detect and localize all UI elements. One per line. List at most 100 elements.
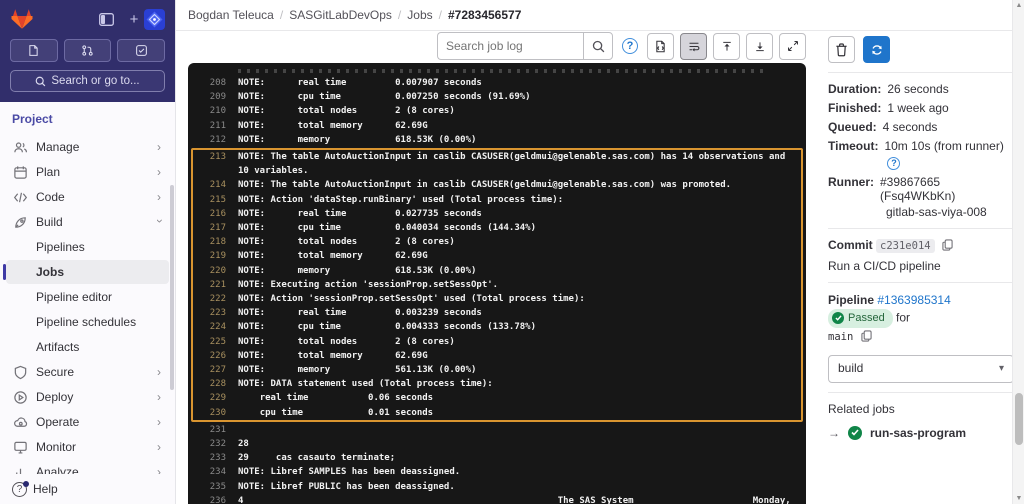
- sidebar-item-pipeline-editor[interactable]: Pipeline editor: [6, 285, 169, 309]
- fullscreen-button[interactable]: [779, 33, 806, 60]
- sidebar-item-pipelines[interactable]: Pipelines: [6, 235, 169, 259]
- log-line: 235NOTE: Libref PUBLIC has been deassign…: [188, 480, 806, 494]
- sidebar-item-artifacts[interactable]: Artifacts: [6, 335, 169, 359]
- log-line-number[interactable]: 232: [196, 437, 226, 451]
- log-line: 225 NOTE: total nodes 2 (8 cores): [193, 335, 801, 349]
- issues-shortcut-button[interactable]: [10, 39, 58, 62]
- pipeline-link[interactable]: #1363985314: [877, 293, 950, 307]
- breadcrumb: Bogdan Teleuca/SASGitLabDevOps/Jobs/#728…: [176, 0, 1012, 31]
- sidebar-item-manage[interactable]: Manage›: [6, 135, 169, 159]
- sidebar-item-deploy[interactable]: Deploy›: [6, 385, 169, 409]
- log-line-number[interactable]: 230: [196, 406, 226, 420]
- commit-message[interactable]: Run a CI/CD pipeline: [828, 259, 1014, 273]
- stage-dropdown[interactable]: build ▾: [828, 355, 1014, 383]
- log-line-number[interactable]: 214: [196, 178, 226, 192]
- log-line-number[interactable]: 211: [196, 119, 226, 133]
- log-line-number[interactable]: 224: [196, 320, 226, 334]
- copy-commit-icon[interactable]: [942, 239, 953, 254]
- merge-requests-shortcut-button[interactable]: [64, 39, 112, 62]
- todo-list-shortcut-button[interactable]: [117, 39, 165, 62]
- timeout-help-icon[interactable]: ?: [887, 157, 900, 170]
- sidebar-scrollbar[interactable]: [170, 185, 174, 390]
- log-line-number[interactable]: 222: [196, 292, 226, 306]
- sidebar-item-operate[interactable]: Operate›: [6, 410, 169, 434]
- copy-ref-icon[interactable]: [861, 330, 872, 347]
- scroll-to-top-button[interactable]: [713, 33, 740, 60]
- scrollbottom-icon: [754, 40, 766, 53]
- create-new-button[interactable]: +: [124, 9, 144, 29]
- log-search-button[interactable]: [583, 32, 613, 60]
- help-menu-item[interactable]: ? Help: [0, 474, 175, 504]
- log-line: 221NOTE: Executing action 'sessionProp.s…: [193, 278, 801, 292]
- log-line-number[interactable]: 209: [196, 90, 226, 104]
- log-line-number[interactable]: 215: [196, 193, 226, 207]
- log-line: 23329 cas casauto terminate;: [188, 451, 806, 465]
- log-line-number[interactable]: 210: [196, 104, 226, 118]
- user-avatar[interactable]: [144, 9, 165, 30]
- log-line-number[interactable]: 220: [196, 264, 226, 278]
- log-line-number[interactable]: 236: [196, 494, 226, 504]
- log-line-number[interactable]: 221: [196, 278, 226, 292]
- sidebar-item-secure[interactable]: Secure›: [6, 360, 169, 384]
- sidebar-item-jobs[interactable]: Jobs: [6, 260, 169, 284]
- sidebar-toggle-icon[interactable]: [96, 9, 116, 29]
- scrollbar-down-arrow[interactable]: ▼: [1013, 495, 1024, 502]
- log-line-text: real time 0.06 seconds: [238, 391, 796, 405]
- breadcrumb-item[interactable]: SASGitLabDevOps: [289, 8, 392, 22]
- log-line-number[interactable]: 208: [196, 76, 226, 90]
- breadcrumb-item[interactable]: Jobs: [407, 8, 432, 22]
- log-line-text: NOTE: real time 0.003239 seconds: [238, 306, 796, 320]
- job-log-section: ? 208NOTE: real time 0.007907 seconds209…: [188, 31, 806, 504]
- sidebar-item-plan[interactable]: Plan›: [6, 160, 169, 184]
- log-line-number[interactable]: 213: [196, 150, 226, 178]
- breadcrumb-item[interactable]: #7283456577: [448, 8, 521, 22]
- log-line-number[interactable]: 225: [196, 335, 226, 349]
- log-line-number[interactable]: 228: [196, 377, 226, 391]
- pipeline-status-badge[interactable]: Passed: [828, 309, 893, 328]
- log-line: 211NOTE: total memory 62.69G: [188, 119, 806, 133]
- log-line-text: NOTE: cpu time 0.040034 seconds (144.34%…: [238, 221, 796, 235]
- log-line-number[interactable]: 223: [196, 306, 226, 320]
- log-line-number[interactable]: 219: [196, 249, 226, 263]
- scrollbar-up-arrow[interactable]: ▲: [1013, 2, 1024, 9]
- related-job-run-sas-program[interactable]: →run-sas-program: [828, 426, 1014, 440]
- detail-row-queued: Queued:4 seconds: [828, 120, 1014, 134]
- page-scrollbar[interactable]: ▲ ▼: [1012, 0, 1024, 504]
- sidebar-item-build[interactable]: Build›: [6, 210, 169, 234]
- sidebar-item-analyze[interactable]: Analyze›: [6, 460, 169, 474]
- sidebar-item-label: Monitor: [36, 440, 157, 454]
- chevron-right-icon: ›: [157, 415, 163, 429]
- log-line-number[interactable]: 229: [196, 391, 226, 405]
- page-scrollbar-thumb[interactable]: [1015, 393, 1023, 445]
- pipeline-ref[interactable]: main: [828, 331, 853, 343]
- log-line-number[interactable]: 234: [196, 465, 226, 479]
- sidebar-item-label: Artifacts: [36, 340, 163, 354]
- commit-sha[interactable]: c231e014: [876, 239, 935, 253]
- log-line-number[interactable]: 227: [196, 363, 226, 377]
- log-line-number[interactable]: 226: [196, 349, 226, 363]
- scroll-to-bottom-button[interactable]: [746, 33, 773, 60]
- gitlab-logo[interactable]: [10, 7, 34, 31]
- commit-label: Commit: [828, 238, 873, 252]
- sidebar-item-monitor[interactable]: Monitor›: [6, 435, 169, 459]
- show-raw-log-button[interactable]: [647, 33, 674, 60]
- search-or-go-to-button[interactable]: Search or go to...: [10, 70, 165, 92]
- log-line-number[interactable]: 216: [196, 207, 226, 221]
- breadcrumb-item[interactable]: Bogdan Teleuca: [188, 8, 274, 22]
- log-line-number[interactable]: 217: [196, 221, 226, 235]
- sidebar-item-code[interactable]: Code›: [6, 185, 169, 209]
- erase-log-button[interactable]: [828, 36, 855, 63]
- log-line-number[interactable]: 233: [196, 451, 226, 465]
- log-line-number[interactable]: 235: [196, 480, 226, 494]
- log-line-text: NOTE: total nodes 2 (8 cores): [238, 335, 796, 349]
- wrap-text-toggle[interactable]: [680, 33, 707, 60]
- log-line-number[interactable]: 218: [196, 235, 226, 249]
- log-search-help-icon[interactable]: ?: [622, 38, 638, 54]
- sidebar-item-pipeline-schedules[interactable]: Pipeline schedules: [6, 310, 169, 334]
- log-search-input[interactable]: [437, 32, 583, 60]
- log-line-number[interactable]: 231: [196, 423, 226, 437]
- retry-job-button[interactable]: [863, 36, 890, 63]
- log-line: 2364 The SAS System Monday, July 8, 2024…: [188, 494, 806, 504]
- sidebar-item-label: Secure: [36, 365, 157, 379]
- log-line-number[interactable]: 212: [196, 133, 226, 147]
